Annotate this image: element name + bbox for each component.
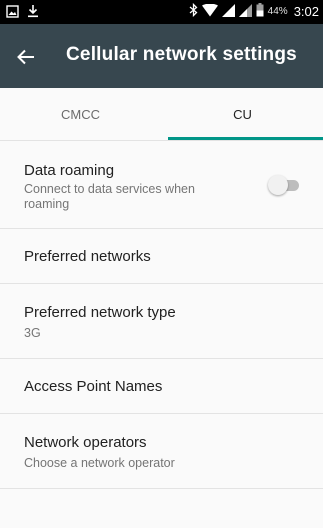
- signal-icon: [238, 3, 252, 20]
- tab-cu[interactable]: CU: [162, 88, 323, 140]
- setting-summary: Choose a network operator: [24, 456, 175, 470]
- setting-title: Access Point Names: [24, 378, 163, 395]
- signal-icon: [221, 3, 235, 20]
- settings-list: Data roaming Connect to data services wh…: [0, 141, 323, 489]
- setting-title: Preferred networks: [24, 248, 151, 265]
- page-title: Cellular network settings: [66, 44, 297, 65]
- app-bar: Cellular network settings: [0, 24, 323, 88]
- setting-title: Network operators: [24, 434, 147, 451]
- status-bar: 44% 3:02: [0, 0, 323, 24]
- data-roaming-toggle[interactable]: [268, 174, 302, 196]
- toggle-thumb: [268, 175, 288, 195]
- gallery-icon: [6, 4, 19, 23]
- status-bar-system: 44% 3:02: [189, 2, 319, 20]
- setting-title: Data roaming: [24, 162, 115, 179]
- setting-preferred-network-type[interactable]: Preferred network type 3G: [0, 284, 323, 359]
- status-bar-notifications: [6, 4, 39, 23]
- clock: 3:02: [293, 4, 319, 19]
- battery-percent: 44%: [267, 6, 288, 17]
- sim-tabs: CMCC CU: [0, 88, 323, 141]
- setting-preferred-networks[interactable]: Preferred networks: [0, 229, 323, 284]
- bluetooth-icon: [189, 2, 198, 20]
- download-icon: [27, 4, 39, 23]
- setting-access-point-names[interactable]: Access Point Names: [0, 359, 323, 414]
- setting-summary: Connect to data services when roaming: [24, 182, 195, 211]
- selected-tab-indicator: [168, 137, 323, 140]
- battery-icon: [256, 3, 264, 20]
- setting-network-operators[interactable]: Network operators Choose a network opera…: [0, 414, 323, 489]
- tab-cmcc[interactable]: CMCC: [0, 88, 161, 140]
- arrow-back-icon[interactable]: [14, 45, 38, 69]
- setting-title: Preferred network type: [24, 304, 176, 321]
- setting-summary: 3G: [24, 326, 41, 340]
- wifi-icon: [201, 3, 218, 20]
- setting-data-roaming[interactable]: Data roaming Connect to data services wh…: [0, 141, 323, 229]
